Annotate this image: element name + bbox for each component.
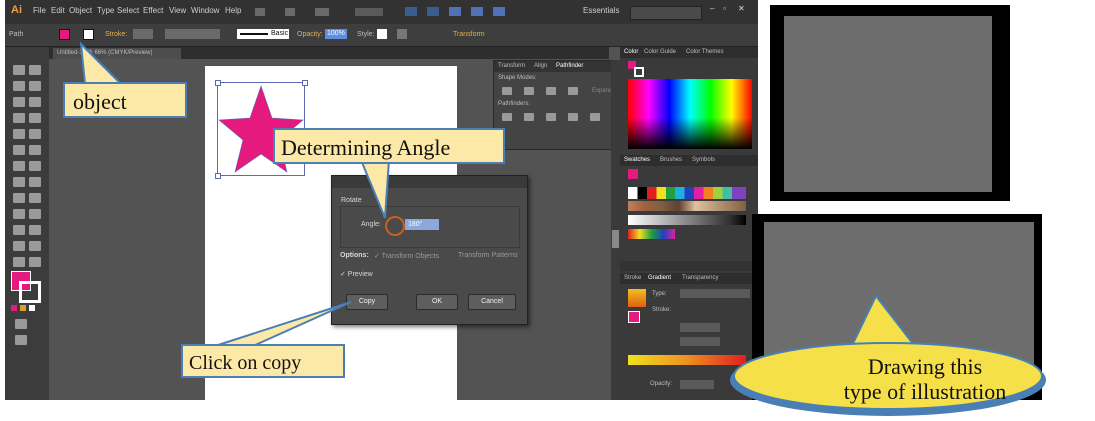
illustration-box-top	[784, 16, 992, 192]
drawing-callout-line1: Drawing this	[867, 354, 983, 379]
drawing-callout-text: Drawing this type of illustration	[820, 354, 1030, 404]
illustrator-window: Ai File Edit Object Type Select Effect V…	[5, 0, 758, 400]
angle-callout-pointer	[359, 159, 391, 219]
object-callout-pointer	[79, 41, 124, 85]
callout-pointers	[79, 41, 391, 347]
drawing-callout-line2: type of illustration	[843, 379, 1007, 404]
copy-callout: Click on copy	[181, 344, 345, 378]
object-callout: object	[63, 82, 187, 118]
angle-callout: Determining Angle	[273, 128, 505, 164]
copy-callout-pointer	[214, 301, 352, 347]
